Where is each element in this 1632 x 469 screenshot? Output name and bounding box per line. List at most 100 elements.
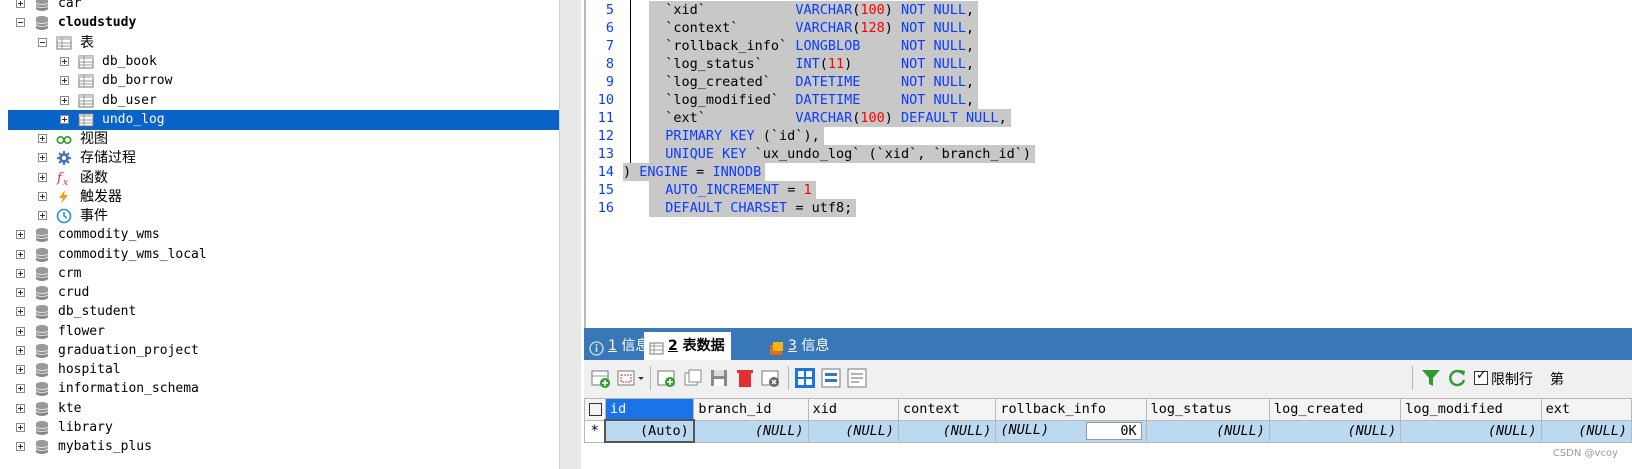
- cell-id[interactable]: (Auto): [604, 419, 695, 443]
- expand-icon[interactable]: [16, 230, 25, 239]
- line-number: 8: [605, 56, 614, 72]
- object-browser-tree: car cloudstudy 表 db_book db_borrow db_userund…: [0, 0, 559, 469]
- tree-item-information-schema[interactable]: information_schema: [0, 379, 559, 399]
- expand-icon[interactable]: [16, 423, 25, 432]
- limit-rows-checkbox[interactable]: ✓: [1474, 368, 1488, 385]
- tree-item-db-student[interactable]: db_student: [0, 302, 559, 322]
- delete-icon[interactable]: [734, 367, 756, 389]
- expand-icon[interactable]: [16, 404, 25, 413]
- tab-number: 3: [788, 338, 797, 354]
- column-header-log-created[interactable]: log_created: [1268, 398, 1402, 421]
- text-view-icon[interactable]: [846, 367, 868, 389]
- cell-context[interactable]: (NULL): [897, 419, 997, 443]
- tree-item-triggers[interactable]: 触发器: [0, 187, 559, 207]
- cell-log-status[interactable]: (NULL): [1145, 419, 1270, 443]
- cell-log-modified[interactable]: (NULL): [1400, 419, 1542, 443]
- collapse-icon[interactable]: [38, 38, 47, 47]
- line-number: 13: [597, 146, 614, 162]
- cell-ext[interactable]: (NULL): [1540, 419, 1632, 443]
- tree-item-mybatis-plus[interactable]: mybatis_plus: [0, 437, 559, 457]
- refresh-delete-icon[interactable]: [760, 367, 782, 389]
- database-icon: [34, 266, 50, 282]
- tree-item-label: db_user: [102, 93, 157, 108]
- expand-icon[interactable]: [60, 96, 69, 105]
- expand-icon[interactable]: [16, 365, 25, 374]
- column-header-log-modified[interactable]: log_modified: [1400, 398, 1542, 421]
- tree-item-events[interactable]: 事件: [0, 206, 559, 226]
- expand-icon[interactable]: [16, 307, 25, 316]
- database-icon: [34, 381, 50, 397]
- cell-branch-id[interactable]: (NULL): [693, 419, 809, 443]
- tree-item-undo-log[interactable]: undo_log: [8, 110, 559, 130]
- sql-editor[interactable]: 5 `xid` VARCHAR(100) NOT NULL, 6 `context…: [584, 0, 1632, 328]
- column-header-log-status[interactable]: log_status: [1145, 398, 1270, 421]
- cell-xid[interactable]: (NULL): [807, 419, 900, 443]
- data-grid: id branch_id xid context rollback_info log_st…: [584, 398, 1632, 469]
- tree-item-hospital[interactable]: hospital: [0, 360, 559, 380]
- tab-3[interactable]: 3 信息: [764, 332, 835, 360]
- database-icon: [34, 285, 50, 301]
- expand-icon[interactable]: [60, 115, 69, 124]
- tree-item-crud[interactable]: crud: [0, 283, 559, 303]
- tree-item-funcs[interactable]: f x 函数: [0, 168, 559, 188]
- column-header-xid[interactable]: xid: [807, 398, 900, 421]
- insert-row-icon[interactable]: [656, 367, 678, 389]
- column-header-context[interactable]: context: [897, 398, 997, 421]
- column-header-branch-id[interactable]: branch_id: [693, 398, 809, 421]
- filter-icon[interactable]: [1420, 367, 1442, 389]
- expand-icon[interactable]: [60, 76, 69, 85]
- cell-log-created[interactable]: (NULL): [1268, 419, 1402, 443]
- form-view-icon[interactable]: [820, 367, 842, 389]
- tree-item-library[interactable]: library: [0, 418, 559, 438]
- tree-item-graduation-project[interactable]: graduation_project: [0, 341, 559, 361]
- tree-item-commodity-wms[interactable]: commodity_wms: [0, 225, 559, 245]
- add-row-icon[interactable]: [590, 367, 612, 389]
- tree-item-db-book[interactable]: db_book: [0, 52, 559, 72]
- expand-icon[interactable]: [16, 0, 25, 8]
- tree-item-db-borrow[interactable]: db_borrow: [0, 71, 559, 91]
- grid-view-icon[interactable]: [794, 367, 816, 389]
- database-icon: [34, 343, 50, 359]
- expand-icon[interactable]: [16, 250, 25, 259]
- refresh-icon[interactable]: [1446, 367, 1468, 389]
- tree-item-label: 表: [80, 35, 94, 51]
- expand-icon[interactable]: [38, 192, 47, 201]
- expand-icon[interactable]: [38, 153, 47, 162]
- expand-icon[interactable]: [60, 57, 69, 66]
- tree-item-car[interactable]: car: [0, 0, 559, 14]
- tree-item-crm[interactable]: crm: [0, 264, 559, 284]
- duplicate-row-icon[interactable]: [682, 367, 704, 389]
- expand-icon[interactable]: [16, 269, 25, 278]
- expand-icon[interactable]: [16, 442, 25, 451]
- column-header-rollback-info[interactable]: rollback_info: [995, 398, 1147, 421]
- tree-item-label: db_student: [58, 304, 137, 319]
- column-header-id[interactable]: id: [604, 398, 695, 421]
- tree-item-tables[interactable]: 表: [0, 33, 559, 53]
- expand-icon[interactable]: [16, 288, 25, 297]
- expand-icon[interactable]: [16, 346, 25, 355]
- tree-item-procs[interactable]: 存储过程: [0, 148, 559, 168]
- code-text: UNIQUE KEY `ux_undo_log` (`xid`, `branch…: [649, 145, 1036, 163]
- expand-icon[interactable]: [38, 173, 47, 182]
- expand-icon[interactable]: [16, 384, 25, 393]
- database-icon: [34, 439, 50, 455]
- expand-icon[interactable]: [16, 327, 25, 336]
- select-all-checkbox[interactable]: [584, 398, 606, 421]
- tree-item-kte[interactable]: kte: [0, 399, 559, 419]
- cell-rollback-info[interactable]: (NULL) 0K: [995, 419, 1147, 443]
- tree-item-cloudstudy[interactable]: cloudstudy: [0, 13, 559, 33]
- cell-value: (NULL): [1000, 422, 1050, 438]
- expand-icon[interactable]: [38, 211, 47, 220]
- expand-icon[interactable]: [38, 134, 47, 143]
- table-row[interactable]: * (Auto) (NULL) (NULL) (NULL) (NULL) 0K (NULL)(…: [584, 419, 1632, 443]
- tree-scrollbar[interactable]: [559, 0, 581, 469]
- tab-2[interactable]: 2 表数据: [644, 332, 731, 360]
- tree-item-views[interactable]: 视图: [0, 129, 559, 149]
- row-options-dropdown[interactable]: [616, 367, 646, 389]
- save-icon[interactable]: [708, 367, 730, 389]
- tree-item-db-user[interactable]: db_user: [0, 91, 559, 111]
- column-header-ext[interactable]: ext: [1540, 398, 1632, 421]
- collapse-icon[interactable]: [16, 18, 25, 27]
- tree-item-commodity-wms-local[interactable]: commodity_wms_local: [0, 245, 559, 265]
- tree-item-flower[interactable]: flower: [0, 322, 559, 342]
